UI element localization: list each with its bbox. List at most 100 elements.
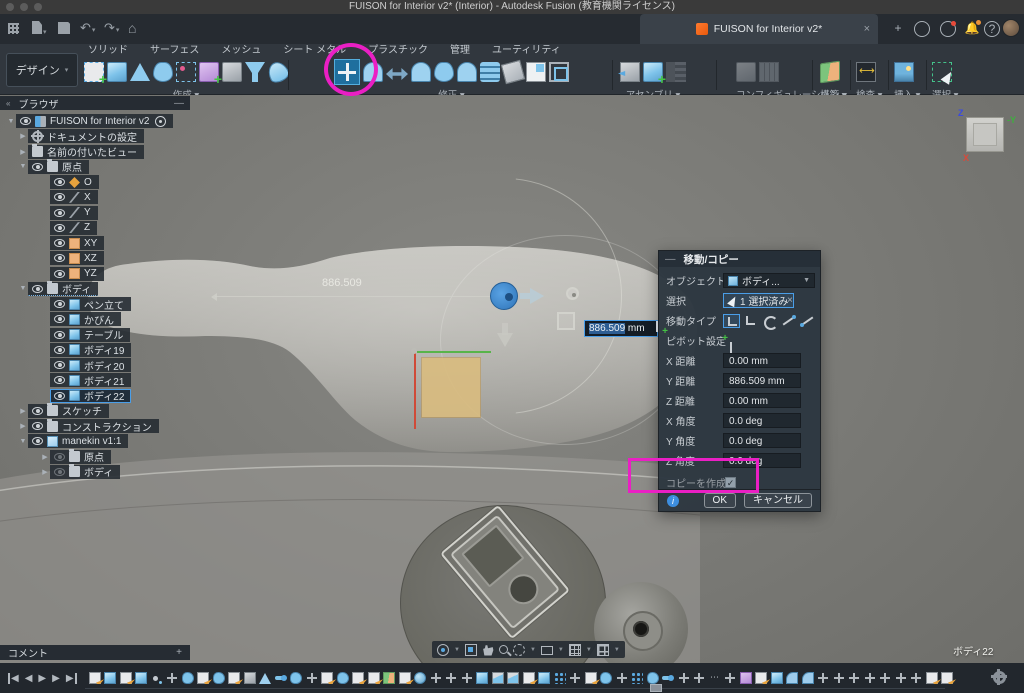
move-arrow-down-handle[interactable] <box>497 333 513 347</box>
visibility-eye-icon[interactable] <box>54 376 65 384</box>
redo-icon[interactable]: ↷▾ <box>104 19 119 37</box>
move-type-free-icon[interactable] <box>723 314 740 328</box>
activate-component-radio[interactable] <box>155 116 166 127</box>
zoom-icon[interactable] <box>499 645 508 654</box>
extrude-icon[interactable] <box>107 62 127 82</box>
plane-move-handle[interactable] <box>557 312 575 330</box>
home-icon[interactable]: ⌂ <box>128 19 136 37</box>
user-avatar[interactable] <box>1002 19 1020 37</box>
timeline-feature-bd-44[interactable] <box>771 672 783 684</box>
selected-face-highlight[interactable] <box>422 358 480 417</box>
visibility-eye-icon[interactable] <box>54 361 65 369</box>
expand-icon[interactable]: ▶ <box>18 407 28 415</box>
tree-item-FUISON for Interior v2[interactable]: ▼FUISON for Interior v2 <box>6 114 173 128</box>
timeline-feature-ds-35[interactable] <box>631 672 643 684</box>
expand-icon[interactable]: ▶ <box>18 148 28 156</box>
workspace-switcher[interactable]: デザイン ▾ <box>6 53 78 87</box>
timeline-feature-sk-18[interactable] <box>368 672 380 684</box>
timeline-feature-sk-32[interactable] <box>585 672 597 684</box>
collapse-icon[interactable]: ▼ <box>6 118 16 125</box>
insert-image-icon[interactable] <box>894 62 914 82</box>
ok-button[interactable]: OK <box>704 493 736 508</box>
y-distance-field[interactable]: 886.509 mm <box>723 373 801 388</box>
expand-icon[interactable]: ▶ <box>40 453 50 461</box>
expand-icon[interactable]: ▶ <box>18 132 28 140</box>
shell-icon[interactable] <box>153 62 173 82</box>
collapse-panel-icon[interactable]: « <box>6 99 10 108</box>
visibility-eye-icon[interactable] <box>54 209 65 217</box>
mesh-cube-icon[interactable] <box>199 62 219 82</box>
visibility-eye-icon[interactable] <box>54 315 65 323</box>
tree-item-YZ[interactable]: YZ <box>40 267 104 281</box>
timeline-feature-mv-39[interactable] <box>693 672 705 684</box>
tree-item-ボディ[interactable]: ▼ボディ <box>18 282 98 296</box>
tree-item-Z[interactable]: Z <box>40 221 97 235</box>
sketch-dimension-icon[interactable] <box>176 62 196 82</box>
visibility-eye-icon[interactable] <box>54 239 65 247</box>
collapse-icon[interactable]: ▼ <box>18 285 28 292</box>
timeline-feature-sk-55[interactable] <box>941 672 953 684</box>
timeline-feature-bd-3[interactable] <box>135 672 147 684</box>
move-arrow-right-handle[interactable] <box>530 288 544 304</box>
undo-icon[interactable]: ↶▾ <box>80 19 95 37</box>
save-icon[interactable] <box>58 19 70 37</box>
timeline-feature-sk-15[interactable] <box>321 672 333 684</box>
ribbon-tab-5[interactable]: 管理 <box>450 45 470 58</box>
timeline-feature-sk-43[interactable] <box>755 672 767 684</box>
viewport-canvas[interactable]: 886.509 886.509 mm ⋮ Z -Y X ボディ22 <box>0 95 1024 693</box>
timeline-feature-pl-10[interactable] <box>244 672 256 684</box>
timeline-feature-sk-0[interactable] <box>89 672 101 684</box>
grid-settings-icon[interactable] <box>569 644 581 656</box>
visibility-eye-icon[interactable] <box>20 117 31 125</box>
chevron-down-icon[interactable]: ▼ <box>558 647 564 653</box>
timeline-feature-fm-36[interactable] <box>647 672 659 684</box>
clear-selection-icon[interactable]: × <box>787 295 793 306</box>
tree-item-コンストラクション[interactable]: ▶コンストラクション <box>18 419 159 433</box>
ribbon-tab-6[interactable]: ユーティリティ <box>492 45 561 58</box>
visibility-eye-icon[interactable] <box>54 270 65 278</box>
config-table-icon[interactable] <box>759 62 779 82</box>
expand-icon[interactable]: ▶ <box>40 468 50 476</box>
timeline-feature-mv-14[interactable] <box>306 672 318 684</box>
y-angle-field[interactable]: 0.0 deg <box>723 433 801 448</box>
tree-item-X[interactable]: X <box>40 190 98 204</box>
add-comment-button[interactable]: + <box>176 647 182 658</box>
measure-icon[interactable] <box>856 62 876 82</box>
ribbon-tab-1[interactable]: サーフェス <box>150 45 199 58</box>
x-angle-field[interactable]: 0.0 deg <box>723 413 801 428</box>
timeline-feature-mv-31[interactable] <box>569 672 581 684</box>
close-tab-icon[interactable]: × <box>864 23 870 35</box>
timeline-feature-mv-34[interactable] <box>616 672 628 684</box>
bom-icon[interactable] <box>666 62 686 82</box>
step-back-icon[interactable]: ◀ <box>25 673 33 684</box>
extensions-icon[interactable] <box>914 21 930 37</box>
rotate-handle[interactable] <box>566 287 579 300</box>
timeline-feature-sk-9[interactable] <box>228 672 240 684</box>
face-icon[interactable] <box>526 62 546 82</box>
timeline-feature-mv-49[interactable] <box>848 672 860 684</box>
ribbon-tab-0[interactable]: ソリッド <box>88 45 128 58</box>
timeline-feature-sk-54[interactable] <box>926 672 938 684</box>
go-to-end-icon[interactable]: ▶ <box>66 673 77 684</box>
timeline-feature-fm-13[interactable] <box>290 672 302 684</box>
move-type-rotate-icon[interactable] <box>761 314 778 328</box>
display-settings-icon[interactable] <box>541 646 553 655</box>
notifications-bell-icon[interactable]: 🔔 <box>964 21 980 37</box>
visibility-eye-icon[interactable] <box>54 254 65 262</box>
tree-item-ペン立て[interactable]: ペン立て <box>40 297 131 311</box>
tree-item-O[interactable]: O <box>40 175 99 189</box>
timeline-feature-fm-33[interactable] <box>600 672 612 684</box>
visibility-eye-icon[interactable] <box>54 300 65 308</box>
go-to-start-icon[interactable]: ◀ <box>8 673 19 684</box>
visibility-eye-icon[interactable] <box>54 178 65 186</box>
construction-plane-icon[interactable] <box>820 61 840 84</box>
tree-item-スケッチ[interactable]: ▶スケッチ <box>18 404 109 418</box>
chevron-down-icon[interactable]: ▼ <box>530 647 536 653</box>
timeline-feature-dt-40[interactable]: ⋯ <box>709 672 721 684</box>
timeline-feature-ln-12[interactable] <box>275 672 287 684</box>
timeline-feature-ln-37[interactable] <box>662 672 674 684</box>
visibility-eye-icon[interactable] <box>32 437 43 445</box>
tree-item-ドキュメントの設定[interactable]: ▶ドキュメントの設定 <box>18 129 144 143</box>
orbit-icon[interactable] <box>437 644 449 656</box>
help-icon[interactable]: ? <box>984 21 1000 37</box>
